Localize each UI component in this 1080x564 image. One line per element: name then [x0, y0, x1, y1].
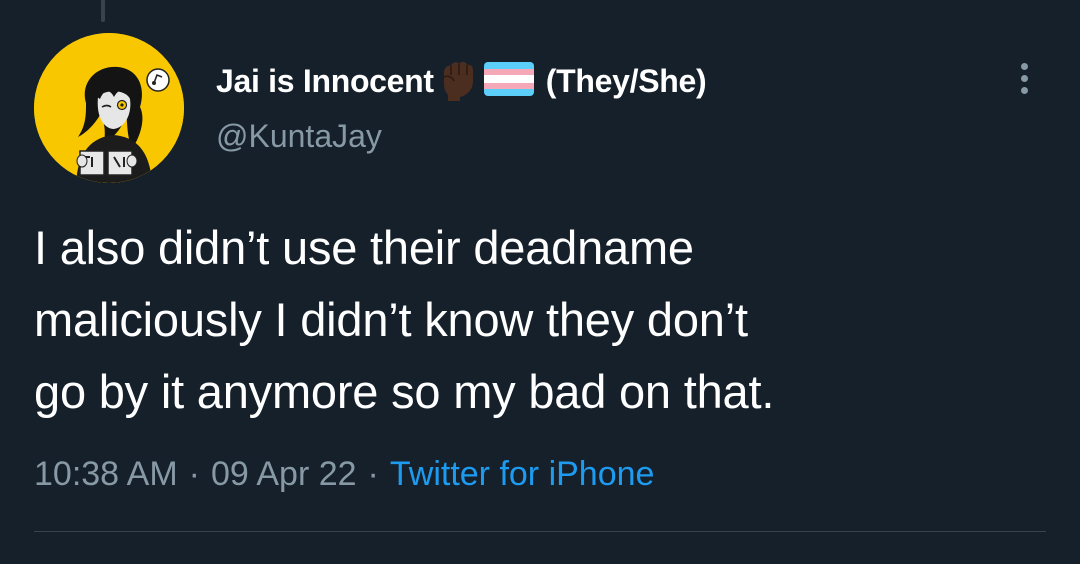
more-options-button[interactable] [1010, 56, 1038, 100]
pronouns: (They/She) [545, 62, 707, 99]
more-options-icon-dot [1020, 74, 1028, 82]
more-options-icon-dot [1020, 86, 1028, 94]
avatar-illustration [34, 33, 184, 183]
thread-connector-line [101, 0, 105, 22]
user-handle[interactable]: @KuntaJay [216, 118, 382, 155]
avatar[interactable] [34, 33, 184, 183]
transgender-flag-icon [483, 61, 534, 101]
display-name[interactable]: Jai is Innocent [216, 63, 434, 100]
author-name-row[interactable]: Jai is Innocent (They/She) [216, 56, 707, 106]
raised-fist-dark-skin-icon [438, 57, 478, 106]
tweet-text: I also didn’t use their deadname malicio… [34, 221, 775, 418]
tweet-date[interactable]: 09 Apr 22 [211, 455, 357, 494]
tweet-source-link[interactable]: Twitter for iPhone [390, 455, 655, 494]
separator: · [188, 454, 200, 493]
tweet-metadata: 10:38 AM · 09 Apr 22 · Twitter for iPhon… [34, 452, 654, 496]
divider [34, 531, 1046, 532]
more-options-icon [1020, 62, 1028, 70]
tweet-time[interactable]: 10:38 AM [34, 455, 178, 494]
separator: · [367, 454, 379, 493]
